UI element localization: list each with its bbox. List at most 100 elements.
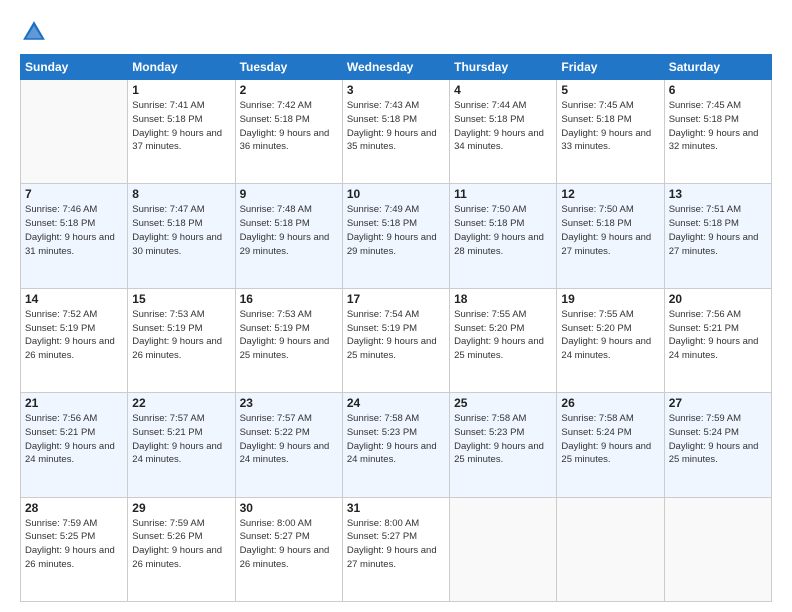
calendar-cell <box>21 80 128 184</box>
weekday-header-saturday: Saturday <box>664 55 771 80</box>
day-info: Sunrise: 7:51 AM Sunset: 5:18 PM Dayligh… <box>669 203 767 258</box>
calendar-cell: 28Sunrise: 7:59 AM Sunset: 5:25 PM Dayli… <box>21 497 128 601</box>
day-info: Sunrise: 7:59 AM Sunset: 5:25 PM Dayligh… <box>25 517 123 572</box>
day-number: 8 <box>132 187 230 201</box>
calendar-week-1: 7Sunrise: 7:46 AM Sunset: 5:18 PM Daylig… <box>21 184 772 288</box>
day-number: 1 <box>132 83 230 97</box>
day-number: 9 <box>240 187 338 201</box>
calendar-cell: 17Sunrise: 7:54 AM Sunset: 5:19 PM Dayli… <box>342 288 449 392</box>
day-info: Sunrise: 7:48 AM Sunset: 5:18 PM Dayligh… <box>240 203 338 258</box>
day-info: Sunrise: 7:44 AM Sunset: 5:18 PM Dayligh… <box>454 99 552 154</box>
day-number: 22 <box>132 396 230 410</box>
calendar-cell: 16Sunrise: 7:53 AM Sunset: 5:19 PM Dayli… <box>235 288 342 392</box>
day-number: 6 <box>669 83 767 97</box>
calendar-cell: 18 Sunrise: 7:55 AM Sunset: 5:20 PM Dayli… <box>450 288 557 392</box>
calendar-cell: 20Sunrise: 7:56 AM Sunset: 5:21 PM Dayli… <box>664 288 771 392</box>
day-info: Sunrise: 7:45 AM Sunset: 5:18 PM Dayligh… <box>561 99 659 154</box>
calendar-cell <box>664 497 771 601</box>
calendar-cell: 30 Sunrise: 8:00 AM Sunset: 5:27 PM Dayli… <box>235 497 342 601</box>
day-info: Sunrise: 7:57 AM Sunset: 5:21 PM Dayligh… <box>132 412 230 467</box>
page: SundayMondayTuesdayWednesdayThursdayFrid… <box>0 0 792 612</box>
day-number: 26 <box>561 396 659 410</box>
day-number: 21 <box>25 396 123 410</box>
calendar-week-2: 14 Sunrise: 7:52 AM Sunset: 5:19 PM Dayli… <box>21 288 772 392</box>
weekday-row: SundayMondayTuesdayWednesdayThursdayFrid… <box>21 55 772 80</box>
weekday-header-monday: Monday <box>128 55 235 80</box>
day-info: Sunrise: 7:58 AM Sunset: 5:23 PM Dayligh… <box>347 412 445 467</box>
day-number: 20 <box>669 292 767 306</box>
logo-icon <box>20 18 48 46</box>
day-number: 27 <box>669 396 767 410</box>
calendar-cell: 4 Sunrise: 7:44 AM Sunset: 5:18 PM Daylig… <box>450 80 557 184</box>
calendar-body: 1 Sunrise: 7:41 AM Sunset: 5:18 PM Daylig… <box>21 80 772 602</box>
day-number: 19 <box>561 292 659 306</box>
day-number: 10 <box>347 187 445 201</box>
day-info: Sunrise: 7:50 AM Sunset: 5:18 PM Dayligh… <box>561 203 659 258</box>
day-number: 25 <box>454 396 552 410</box>
calendar-cell: 12 Sunrise: 7:50 AM Sunset: 5:18 PM Dayli… <box>557 184 664 288</box>
day-info: Sunrise: 7:55 AM Sunset: 5:20 PM Dayligh… <box>454 308 552 363</box>
day-info: Sunrise: 7:43 AM Sunset: 5:18 PM Dayligh… <box>347 99 445 154</box>
calendar-cell: 29Sunrise: 7:59 AM Sunset: 5:26 PM Dayli… <box>128 497 235 601</box>
day-number: 18 <box>454 292 552 306</box>
day-info: Sunrise: 7:53 AM Sunset: 5:19 PM Dayligh… <box>240 308 338 363</box>
day-info: Sunrise: 7:57 AM Sunset: 5:22 PM Dayligh… <box>240 412 338 467</box>
day-number: 4 <box>454 83 552 97</box>
day-info: Sunrise: 7:58 AM Sunset: 5:23 PM Dayligh… <box>454 412 552 467</box>
calendar-cell: 27 Sunrise: 7:59 AM Sunset: 5:24 PM Dayli… <box>664 393 771 497</box>
calendar-week-0: 1 Sunrise: 7:41 AM Sunset: 5:18 PM Daylig… <box>21 80 772 184</box>
calendar-cell: 11Sunrise: 7:50 AM Sunset: 5:18 PM Dayli… <box>450 184 557 288</box>
logo <box>20 18 52 46</box>
calendar-cell: 31 Sunrise: 8:00 AM Sunset: 5:27 PM Dayli… <box>342 497 449 601</box>
day-number: 12 <box>561 187 659 201</box>
day-number: 24 <box>347 396 445 410</box>
calendar-cell: 14 Sunrise: 7:52 AM Sunset: 5:19 PM Dayli… <box>21 288 128 392</box>
day-info: Sunrise: 8:00 AM Sunset: 5:27 PM Dayligh… <box>347 517 445 572</box>
calendar-cell: 3Sunrise: 7:43 AM Sunset: 5:18 PM Daylig… <box>342 80 449 184</box>
day-number: 17 <box>347 292 445 306</box>
header <box>20 18 772 46</box>
calendar-cell: 19 Sunrise: 7:55 AM Sunset: 5:20 PM Dayli… <box>557 288 664 392</box>
calendar-cell: 2 Sunrise: 7:42 AM Sunset: 5:18 PM Daylig… <box>235 80 342 184</box>
calendar-cell: 22 Sunrise: 7:57 AM Sunset: 5:21 PM Dayli… <box>128 393 235 497</box>
calendar: SundayMondayTuesdayWednesdayThursdayFrid… <box>20 54 772 602</box>
day-info: Sunrise: 7:46 AM Sunset: 5:18 PM Dayligh… <box>25 203 123 258</box>
calendar-week-3: 21 Sunrise: 7:56 AM Sunset: 5:21 PM Dayli… <box>21 393 772 497</box>
day-number: 5 <box>561 83 659 97</box>
day-info: Sunrise: 7:58 AM Sunset: 5:24 PM Dayligh… <box>561 412 659 467</box>
calendar-cell: 13 Sunrise: 7:51 AM Sunset: 5:18 PM Dayli… <box>664 184 771 288</box>
calendar-cell: 5 Sunrise: 7:45 AM Sunset: 5:18 PM Daylig… <box>557 80 664 184</box>
day-info: Sunrise: 7:41 AM Sunset: 5:18 PM Dayligh… <box>132 99 230 154</box>
calendar-cell: 21 Sunrise: 7:56 AM Sunset: 5:21 PM Dayli… <box>21 393 128 497</box>
day-number: 31 <box>347 501 445 515</box>
weekday-header-sunday: Sunday <box>21 55 128 80</box>
day-info: Sunrise: 7:53 AM Sunset: 5:19 PM Dayligh… <box>132 308 230 363</box>
calendar-cell: 26 Sunrise: 7:58 AM Sunset: 5:24 PM Dayli… <box>557 393 664 497</box>
day-info: Sunrise: 7:42 AM Sunset: 5:18 PM Dayligh… <box>240 99 338 154</box>
calendar-cell: 8Sunrise: 7:47 AM Sunset: 5:18 PM Daylig… <box>128 184 235 288</box>
weekday-header-wednesday: Wednesday <box>342 55 449 80</box>
calendar-cell: 9 Sunrise: 7:48 AM Sunset: 5:18 PM Daylig… <box>235 184 342 288</box>
weekday-header-friday: Friday <box>557 55 664 80</box>
calendar-cell <box>557 497 664 601</box>
calendar-cell: 1 Sunrise: 7:41 AM Sunset: 5:18 PM Daylig… <box>128 80 235 184</box>
calendar-week-4: 28Sunrise: 7:59 AM Sunset: 5:25 PM Dayli… <box>21 497 772 601</box>
day-info: Sunrise: 8:00 AM Sunset: 5:27 PM Dayligh… <box>240 517 338 572</box>
day-info: Sunrise: 7:55 AM Sunset: 5:20 PM Dayligh… <box>561 308 659 363</box>
day-number: 14 <box>25 292 123 306</box>
calendar-cell: 7Sunrise: 7:46 AM Sunset: 5:18 PM Daylig… <box>21 184 128 288</box>
weekday-header-tuesday: Tuesday <box>235 55 342 80</box>
day-info: Sunrise: 7:52 AM Sunset: 5:19 PM Dayligh… <box>25 308 123 363</box>
calendar-cell: 25 Sunrise: 7:58 AM Sunset: 5:23 PM Dayli… <box>450 393 557 497</box>
day-number: 15 <box>132 292 230 306</box>
day-number: 11 <box>454 187 552 201</box>
weekday-header-thursday: Thursday <box>450 55 557 80</box>
day-info: Sunrise: 7:45 AM Sunset: 5:18 PM Dayligh… <box>669 99 767 154</box>
day-info: Sunrise: 7:56 AM Sunset: 5:21 PM Dayligh… <box>25 412 123 467</box>
calendar-cell: 10Sunrise: 7:49 AM Sunset: 5:18 PM Dayli… <box>342 184 449 288</box>
day-number: 30 <box>240 501 338 515</box>
day-number: 13 <box>669 187 767 201</box>
day-number: 23 <box>240 396 338 410</box>
day-number: 2 <box>240 83 338 97</box>
day-info: Sunrise: 7:59 AM Sunset: 5:24 PM Dayligh… <box>669 412 767 467</box>
